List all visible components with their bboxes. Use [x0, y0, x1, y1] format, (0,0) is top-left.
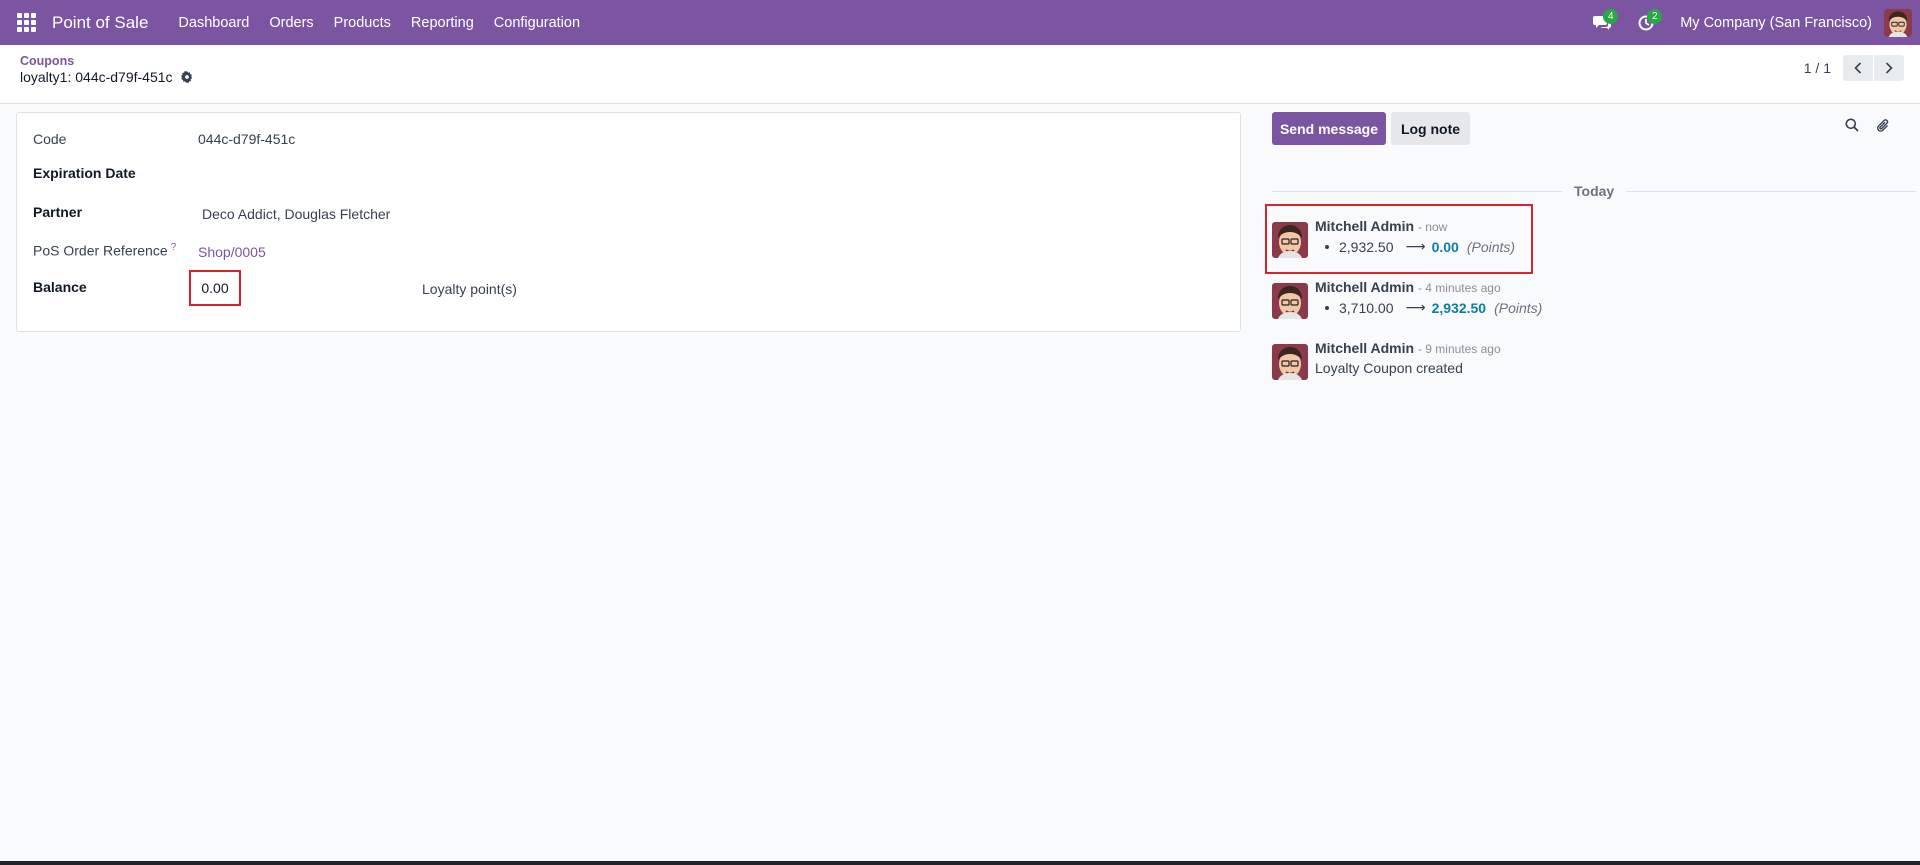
- log-note-button[interactable]: Log note: [1391, 112, 1470, 145]
- partner-value[interactable]: Deco Addict, Douglas Fletcher: [202, 206, 390, 222]
- pager-value[interactable]: 1 / 1: [1804, 60, 1831, 76]
- avatar[interactable]: [1272, 344, 1308, 380]
- messages-badge: 4: [1603, 9, 1619, 24]
- app-name[interactable]: Point of Sale: [52, 13, 148, 33]
- bottom-border: [0, 861, 1920, 865]
- menu-products[interactable]: Products: [324, 15, 401, 31]
- avatar-icon: [1884, 8, 1912, 37]
- pager: 1 / 1: [1804, 55, 1904, 81]
- message-date: - 4 minutes ago: [1417, 281, 1501, 295]
- send-message-button[interactable]: Send message: [1272, 112, 1386, 145]
- breadcrumb-coupons[interactable]: Coupons: [20, 54, 74, 68]
- message-date: - 9 minutes ago: [1417, 342, 1501, 356]
- company-switcher[interactable]: My Company (San Francisco): [1668, 15, 1884, 31]
- balance-value: 0.00: [201, 280, 229, 296]
- pos-order-reference-label: PoS Order Reference?: [33, 242, 176, 259]
- control-panel: Coupons loyalty1: 044c-d79f-451c 1 / 1: [0, 45, 1920, 104]
- day-separator: Today: [1562, 183, 1627, 199]
- pager-next-button[interactable]: [1874, 55, 1904, 81]
- balance-unit: Loyalty point(s): [422, 281, 517, 297]
- field-name: (Points): [1494, 299, 1543, 316]
- bullet: [1325, 305, 1329, 310]
- message-author-name: Mitchell Admin: [1315, 340, 1415, 356]
- avatar[interactable]: [1272, 283, 1308, 319]
- apps-menu-icon[interactable]: [0, 0, 52, 45]
- highlight-box: [1265, 204, 1533, 274]
- pager-previous-button[interactable]: [1843, 55, 1873, 81]
- avatar-icon: [1272, 283, 1308, 319]
- search-icon: [1845, 118, 1859, 132]
- messages-button[interactable]: 4: [1580, 0, 1624, 45]
- old-value: 3,710.00: [1339, 299, 1394, 316]
- balance-label: Balance: [33, 279, 87, 295]
- top-navbar: Point of Sale Dashboard Orders Products …: [0, 0, 1920, 45]
- expiration-date-input[interactable]: [198, 161, 498, 185]
- partner-label: Partner: [33, 204, 83, 220]
- balance-input[interactable]: 0.00: [189, 270, 241, 306]
- gear-icon[interactable]: [180, 71, 193, 83]
- expiration-date-label: Expiration Date: [33, 165, 136, 181]
- activities-button[interactable]: 2: [1624, 0, 1668, 45]
- paperclip-icon: [1877, 119, 1889, 132]
- user-avatar[interactable]: [1884, 8, 1912, 37]
- message-author-name: Mitchell Admin: [1315, 279, 1415, 295]
- menu-orders[interactable]: Orders: [259, 15, 323, 31]
- code-label: Code: [33, 131, 67, 147]
- record-title-text: loyalty1: 044c-d79f-451c: [20, 69, 173, 85]
- chevron-left-icon: [1854, 62, 1862, 74]
- message-author[interactable]: Mitchell Admin - 4 minutes ago: [1315, 279, 1501, 295]
- pos-order-reference-link[interactable]: Shop/0005: [198, 244, 266, 260]
- avatar-icon: [1272, 344, 1308, 380]
- menu-configuration[interactable]: Configuration: [484, 15, 590, 31]
- code-value[interactable]: 044c-d79f-451c: [198, 131, 295, 147]
- chevron-right-icon: [1885, 62, 1893, 74]
- form-sheet: Code 044c-d79f-451c Expiration Date Part…: [16, 112, 1241, 332]
- message-body: Loyalty Coupon created: [1315, 360, 1463, 376]
- help-tooltip-icon[interactable]: ?: [171, 242, 177, 253]
- new-value: 2,932.50: [1431, 299, 1487, 316]
- menu-dashboard[interactable]: Dashboard: [168, 15, 259, 31]
- tracking-value: 3,710.00 ⟶ 2,932.50 (Points): [1315, 299, 1542, 316]
- pos-order-reference-label-text: PoS Order Reference: [33, 242, 168, 259]
- attachments-button[interactable]: [1876, 118, 1890, 137]
- message-author[interactable]: Mitchell Admin - 9 minutes ago: [1315, 340, 1501, 356]
- search-messages-button[interactable]: [1845, 118, 1859, 135]
- activities-badge: 2: [1647, 9, 1663, 24]
- menu-reporting[interactable]: Reporting: [401, 15, 484, 31]
- arrow-icon: ⟶: [1405, 299, 1426, 315]
- record-title: loyalty1: 044c-d79f-451c: [20, 69, 193, 85]
- message-text: Loyalty Coupon created: [1315, 360, 1463, 376]
